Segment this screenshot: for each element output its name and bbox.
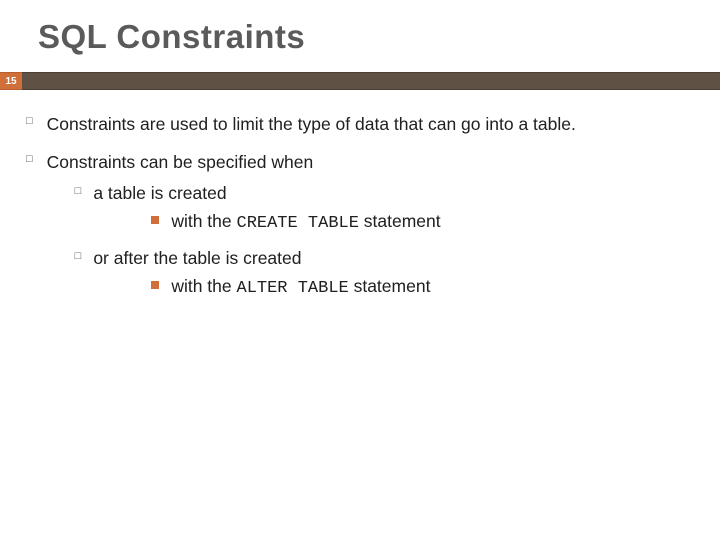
list-item: with the CREATE TABLE statement xyxy=(93,208,690,237)
bullet-list-level2: □ a table is created with the CREATE TAB… xyxy=(47,180,690,310)
orange-square-bullet-icon xyxy=(151,216,159,224)
list-item: □ Constraints are used to limit the type… xyxy=(26,110,690,138)
slide-title: SQL Constraints xyxy=(0,0,720,72)
text-run: statement xyxy=(349,276,431,296)
square-bullet-icon: □ xyxy=(26,148,33,170)
bullet-text: Constraints are used to limit the type o… xyxy=(47,110,576,138)
list-item: □ a table is created with the CREATE TAB… xyxy=(47,180,690,241)
header-bar-fill xyxy=(22,72,720,90)
slide: SQL Constraints 15 □ Constraints are use… xyxy=(0,0,720,540)
text-run: with the xyxy=(171,276,236,296)
page-number-badge: 15 xyxy=(0,72,22,90)
bullet-list-level3: with the ALTER TABLE statement xyxy=(93,273,690,306)
text-run: statement xyxy=(359,211,441,231)
bullet-text: or after the table is created xyxy=(93,245,690,271)
header-bar: 15 xyxy=(0,72,720,90)
text-run: with the xyxy=(171,211,236,231)
code-text: ALTER TABLE xyxy=(237,279,349,298)
orange-square-bullet-icon xyxy=(151,281,159,289)
bullet-list-level3: with the CREATE TABLE statement xyxy=(93,208,690,241)
list-item: □ Constraints can be specified when □ a … xyxy=(26,148,690,310)
square-bullet-icon: □ xyxy=(26,110,33,132)
bullet-list-level1: □ Constraints are used to limit the type… xyxy=(26,110,690,310)
square-bullet-icon: □ xyxy=(75,245,82,267)
bullet-text: with the CREATE TABLE statement xyxy=(171,208,440,237)
bullet-text: Constraints can be specified when xyxy=(47,148,690,176)
bullet-text: with the ALTER TABLE statement xyxy=(171,273,430,302)
code-text: CREATE TABLE xyxy=(237,214,359,233)
list-item: □ or after the table is created with the… xyxy=(47,245,690,306)
slide-body: □ Constraints are used to limit the type… xyxy=(0,90,720,310)
list-item: with the ALTER TABLE statement xyxy=(93,273,690,302)
bullet-text: a table is created xyxy=(93,180,690,206)
square-bullet-icon: □ xyxy=(75,180,82,202)
